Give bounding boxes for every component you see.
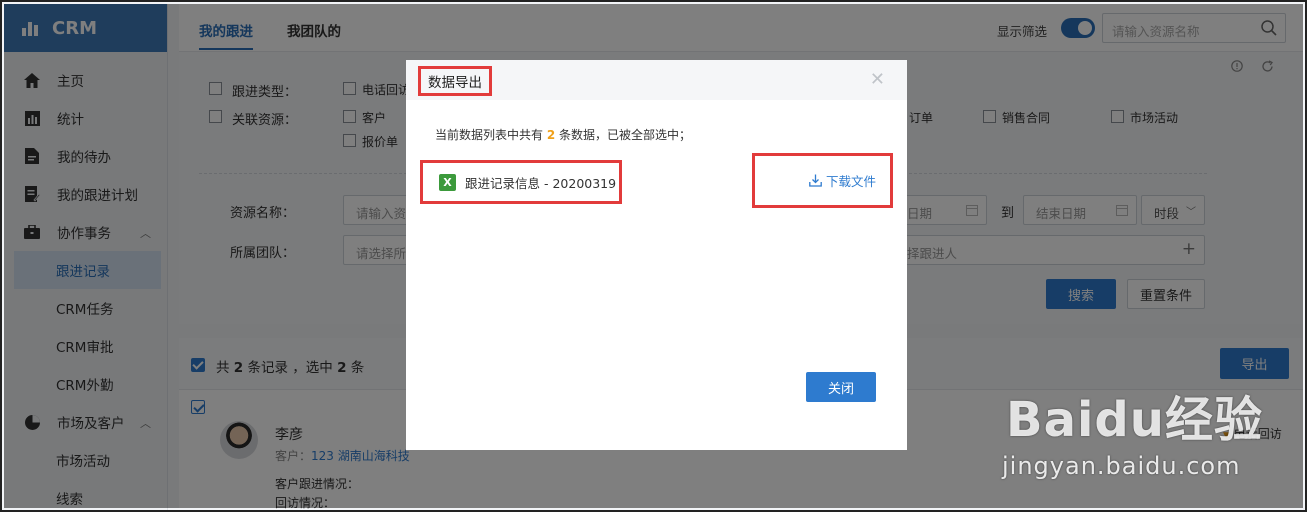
download-file-link[interactable]: 下载文件	[752, 153, 893, 208]
dialog-title: 数据导出	[418, 66, 492, 96]
close-icon[interactable]: ✕	[870, 69, 885, 90]
close-button[interactable]: 关闭	[806, 372, 876, 402]
export-file-name: 跟进记录信息 - 20200319	[465, 175, 617, 191]
message-suffix: 条数据，已被全部选中；	[559, 128, 692, 142]
excel-file-icon: X	[439, 173, 456, 191]
export-dialog: 数据导出 ✕ 当前数据列表中共有 2 条数据，已被全部选中； X 跟进记录信息 …	[406, 60, 907, 450]
download-label: 下载文件	[825, 174, 876, 189]
export-file-item: X 跟进记录信息 - 20200319	[420, 160, 622, 204]
download-icon	[809, 174, 822, 187]
export-message: 当前数据列表中共有 2 条数据，已被全部选中；	[435, 126, 691, 143]
export-count: 2	[546, 128, 556, 142]
message-prefix: 当前数据列表中共有	[435, 128, 544, 142]
dialog-header: 数据导出 ✕	[406, 60, 907, 100]
app-window: CRM 主页 统计 我的待办 我的跟进计划 协作事务 ︿ 跟进记录 CRM任务 …	[0, 0, 1307, 512]
